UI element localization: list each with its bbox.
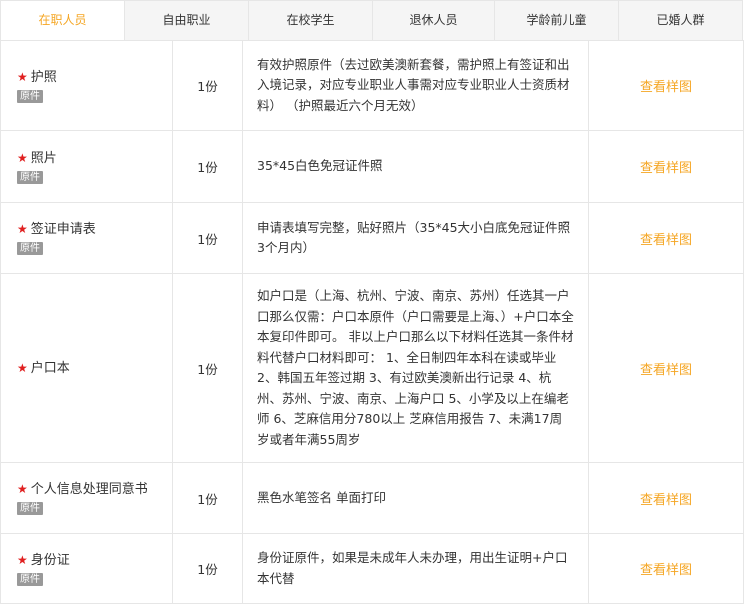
material-name: 身份证: [30, 552, 70, 568]
material-name: 户口本: [30, 360, 70, 376]
view-sample-link[interactable]: 查看样图: [640, 233, 692, 248]
material-description: 申请表填写完整，贴好照片（35*45大小白底免冠证件照 3个月内）: [242, 202, 589, 274]
table-row: ★ 签证申请表 原件 1份 申请表填写完整，贴好照片（35*45大小白底免冠证件照…: [0, 202, 744, 274]
original-badge: 原件: [17, 242, 43, 255]
table-row: ★ 身份证 原件 1份 身份证原件，如果是未成年人未办理，用出生证明+户口本代替 …: [0, 533, 744, 604]
tab-married[interactable]: 已婚人群: [619, 1, 742, 40]
tab-freelancer[interactable]: 自由职业: [125, 1, 249, 40]
material-name-cell: ★ 签证申请表 原件: [0, 202, 173, 274]
table-row: ★ 个人信息处理同意书 原件 1份 黑色水笔签名 单面打印 查看样图: [0, 462, 744, 534]
material-name-cell: ★ 照片 原件: [0, 130, 173, 203]
quantity: 1份: [172, 202, 243, 274]
required-star-icon: ★: [17, 482, 28, 496]
view-sample-link[interactable]: 查看样图: [640, 363, 692, 378]
required-star-icon: ★: [17, 222, 28, 236]
view-sample-link[interactable]: 查看样图: [640, 161, 692, 176]
quantity: 1份: [172, 462, 243, 534]
material-name-cell: ★ 身份证 原件: [0, 533, 173, 604]
material-description: 身份证原件，如果是未成年人未办理，用出生证明+户口本代替: [242, 533, 589, 604]
material-name-cell: ★ 户口本: [0, 273, 173, 463]
material-name-cell: ★ 护照 原件: [0, 40, 173, 131]
material-name: 照片: [30, 150, 57, 166]
quantity: 1份: [172, 533, 243, 604]
original-badge: 原件: [17, 502, 43, 515]
material-description: 有效护照原件（去过欧美澳新套餐，需护照上有签证和出入境记录，对应专业职业人事需对…: [242, 40, 589, 131]
material-name: 个人信息处理同意书: [30, 482, 148, 497]
material-description: 黑色水笔签名 单面打印: [242, 462, 589, 534]
quantity: 1份: [172, 273, 243, 463]
table-row: ★ 照片 原件 1份 35*45白色免冠证件照 查看样图: [0, 130, 744, 203]
material-name: 签证申请表: [30, 222, 96, 237]
applicant-type-tabs: 在职人员 自由职业 在校学生 退休人员 学龄前儿童 已婚人群: [0, 0, 743, 41]
original-badge: 原件: [17, 89, 43, 103]
table-row: ★ 户口本 1份 如户口是（上海、杭州、宁波、南京、苏州）任选其一户口那么仅需：户…: [0, 273, 744, 463]
materials-table: ★ 护照 原件 1份 有效护照原件（去过欧美澳新套餐，需护照上有签证和出入境记录，…: [0, 40, 744, 604]
required-star-icon: ★: [17, 552, 28, 567]
quantity: 1份: [172, 130, 243, 203]
view-sample-link[interactable]: 查看样图: [640, 493, 692, 508]
required-star-icon: ★: [17, 69, 28, 84]
table-row: ★ 护照 原件 1份 有效护照原件（去过欧美澳新套餐，需护照上有签证和出入境记录，…: [0, 40, 744, 131]
tab-employed[interactable]: 在职人员: [1, 1, 125, 41]
material-name: 护照: [30, 69, 57, 85]
required-star-icon: ★: [17, 150, 28, 165]
materials-panel: 在职人员 自由职业 在校学生 退休人员 学龄前儿童 已婚人群 ★ 护照 原件 1份…: [0, 0, 745, 609]
required-star-icon: ★: [17, 360, 28, 375]
quantity: 1份: [172, 40, 243, 131]
material-description: 如户口是（上海、杭州、宁波、南京、苏州）任选其一户口那么仅需：户口本原件（户口需…: [242, 273, 589, 463]
tab-retired[interactable]: 退休人员: [373, 1, 495, 40]
original-badge: 原件: [17, 170, 43, 184]
view-sample-link[interactable]: 查看样图: [640, 80, 692, 95]
tab-student[interactable]: 在校学生: [249, 1, 373, 40]
view-sample-link[interactable]: 查看样图: [640, 563, 692, 578]
material-name-cell: ★ 个人信息处理同意书 原件: [0, 462, 173, 534]
tab-preschool-child[interactable]: 学龄前儿童: [495, 1, 619, 40]
original-badge: 原件: [17, 572, 43, 586]
material-description: 35*45白色免冠证件照: [242, 130, 589, 203]
